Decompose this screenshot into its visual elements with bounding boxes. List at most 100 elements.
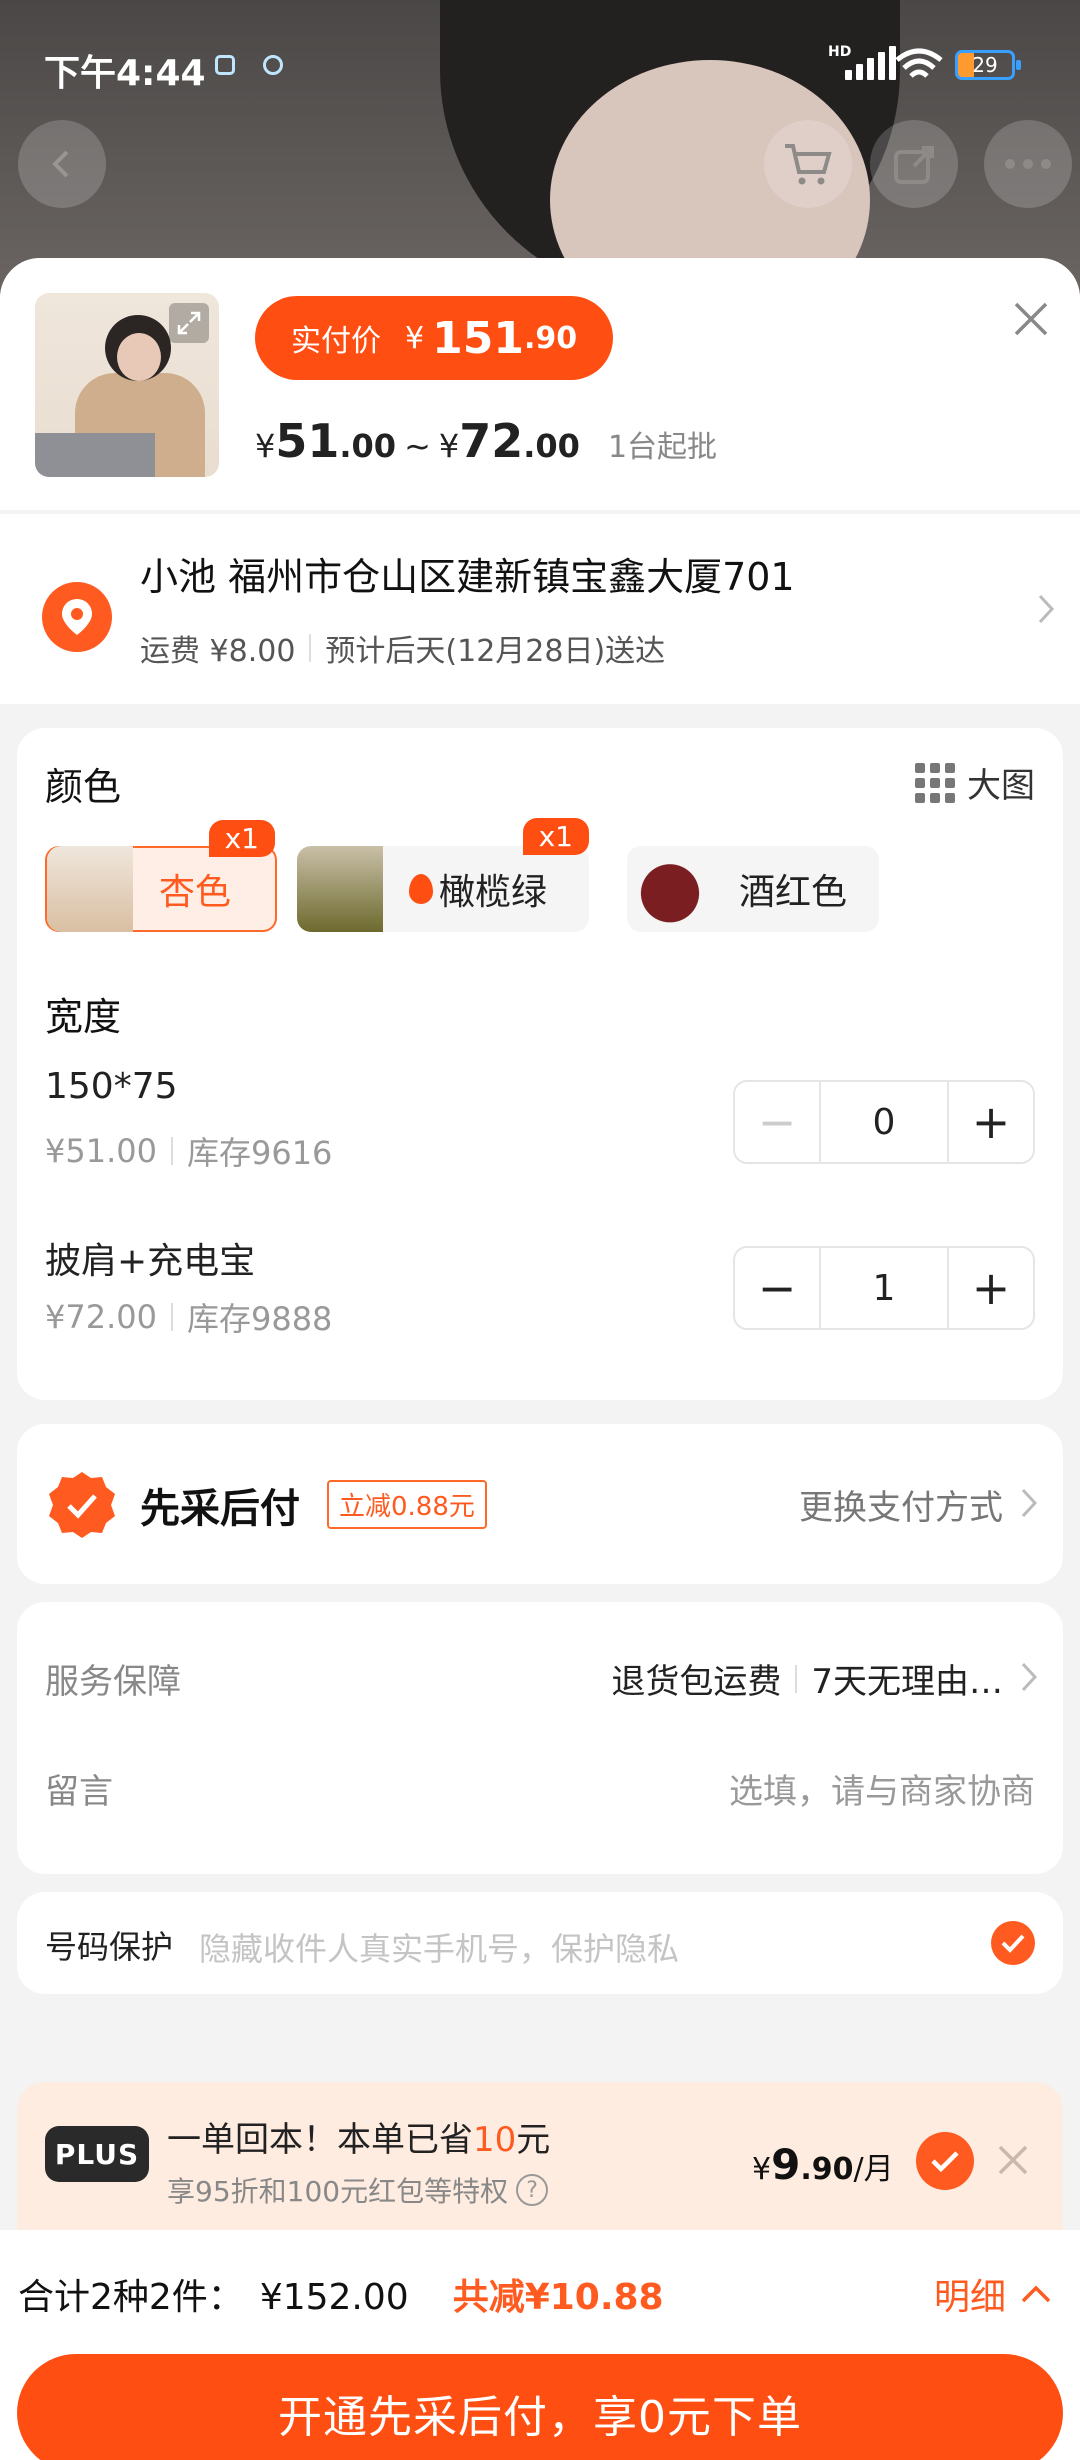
note-label: 留言: [45, 1772, 113, 1812]
plus-price-currency: ¥: [752, 2152, 772, 2187]
share-button[interactable]: [870, 120, 958, 208]
actual-price-pill: 实付价 ¥ 151 .90: [255, 296, 614, 380]
plus-checkbox[interactable]: [916, 2132, 974, 2190]
plus-headline-a: 一单回本！本单已省: [167, 2120, 473, 2160]
service-guarantee[interactable]: 退货包运费 7天无理由…: [611, 1654, 1003, 1703]
detail-label: 明细: [933, 2277, 1006, 2318]
check-icon: [1001, 1934, 1025, 1953]
check-icon: [931, 2151, 959, 2173]
color-swatch: [627, 846, 713, 932]
fire-icon: [409, 874, 433, 904]
discount-badge: 立减0.88元: [327, 1480, 487, 1529]
price-range: ¥ 51 .00 ~ ¥ 72 .00 1台起批: [255, 414, 717, 468]
decrement-button[interactable]: −: [735, 1248, 819, 1328]
plus-subtitle: 享95折和100元红包等特权?: [167, 2170, 549, 2210]
service-item: 退货包运费: [611, 1662, 782, 1702]
quantity-badge: x1: [522, 818, 589, 855]
variant-price: ¥72.00: [45, 1298, 157, 1336]
color-option-label: 酒红色: [739, 872, 848, 913]
more-button[interactable]: [984, 120, 1072, 208]
grid-icon: [915, 762, 955, 803]
plus-price-integer: 9: [771, 2140, 801, 2189]
sku-card: 颜色 大图 杏色 x1 橄榄绿 x1 酒红色 宽度 150*75 ¥51.00 …: [17, 728, 1063, 1400]
actual-price-label: 实付价: [291, 324, 381, 359]
range-currency-low: ¥: [255, 427, 276, 465]
big-image-button[interactable]: 大图: [915, 758, 1035, 807]
actual-price-decimal: .90: [523, 320, 578, 356]
wifi-icon: [895, 48, 943, 78]
quantity-value[interactable]: 0: [819, 1082, 949, 1162]
share-icon: [894, 146, 934, 184]
status-bar: 下午4:44 HD 29: [0, 0, 1080, 130]
total-amount: ¥152.00: [259, 2277, 409, 2318]
color-option-olive[interactable]: 橄榄绿 x1: [297, 818, 589, 932]
increment-button[interactable]: +: [949, 1082, 1033, 1162]
range-high-integer: 72: [459, 414, 524, 468]
range-high-decimal: .00: [523, 427, 580, 465]
range-low-decimal: .00: [339, 427, 397, 465]
chevron-right-icon: [1038, 594, 1055, 624]
help-icon[interactable]: ?: [516, 2174, 549, 2206]
phone-protection-card: 号码保护 隐藏收件人真实手机号，保护隐私: [17, 1892, 1063, 1994]
quantity-value[interactable]: 1: [819, 1248, 949, 1328]
color-option-wine[interactable]: 酒红色: [627, 846, 879, 932]
service-item: 7天无理由…: [811, 1662, 1003, 1702]
payment-card[interactable]: 先采后付 立减0.88元 更换支付方式: [17, 1424, 1063, 1584]
plus-headline-amount: 10: [473, 2120, 517, 2160]
checkout-bar: 合计2种2件： ¥152.00 共减¥10.88 明细 开通先采后付，享0元下单: [0, 2230, 1080, 2460]
decrement-button[interactable]: −: [735, 1082, 819, 1162]
variant-name: 披肩+充电宝: [45, 1241, 256, 1282]
plus-badge: PLUS: [45, 2126, 149, 2182]
pay-later-icon: [49, 1472, 115, 1538]
width-title: 宽度: [45, 995, 122, 1039]
more-icon: [1005, 159, 1051, 169]
plus-price: ¥9.90/月: [752, 2140, 894, 2189]
phone-protection-label: 号码保护: [45, 1928, 174, 1966]
min-order: 1台起批: [607, 430, 718, 465]
big-image-label: 大图: [967, 766, 1035, 806]
plus-price-decimal: .90: [800, 2152, 854, 2187]
address-text: 小池 福州市仓山区建新镇宝鑫大厦701: [140, 555, 795, 599]
color-option-apricot[interactable]: 杏色 x1: [45, 820, 277, 932]
battery-icon: 29: [955, 50, 1021, 80]
range-currency-high: ¥: [438, 427, 460, 465]
back-button[interactable]: [18, 120, 106, 208]
note-input[interactable]: 选填，请与商家协商: [729, 1764, 1035, 1813]
chevron-up-icon: [1021, 2285, 1051, 2303]
submit-order-button[interactable]: 开通先采后付，享0元下单: [17, 2354, 1063, 2460]
cart-icon: [785, 144, 832, 185]
variant-name: 150*75: [45, 1066, 178, 1107]
quantity-badge: x1: [208, 820, 275, 857]
plus-headline: 一单回本！本单已省10元: [167, 2112, 550, 2161]
cart-button[interactable]: [764, 120, 852, 208]
variant-price: ¥51.00: [45, 1132, 157, 1170]
plus-headline-unit: 元: [516, 2120, 551, 2160]
total-saved: 共减¥10.88: [452, 2277, 664, 2318]
quantity-stepper: − 1 +: [733, 1246, 1035, 1330]
change-payment-link[interactable]: 更换支付方式: [799, 1480, 1003, 1529]
address-row[interactable]: 小池 福州市仓山区建新镇宝鑫大厦701 运费 ¥8.00 预计后天(12月28日…: [0, 514, 1080, 704]
actual-price-integer: 151: [432, 312, 524, 364]
color-option-label: 橄榄绿: [439, 872, 548, 913]
signal-icon: [845, 44, 896, 80]
range-low-integer: 51: [275, 414, 340, 468]
detail-toggle[interactable]: 明细: [934, 2268, 1052, 2320]
chevron-right-icon: [1021, 1662, 1038, 1692]
increment-button[interactable]: +: [949, 1248, 1033, 1328]
product-thumbnail[interactable]: [35, 293, 219, 477]
phone-protection-checkbox[interactable]: [991, 1921, 1035, 1965]
sku-header: 实付价 ¥ 151 .90 ¥ 51 .00 ~ ¥ 72 .00 1台起批: [0, 258, 1080, 510]
actual-price-currency: ¥: [405, 320, 425, 356]
item-count: 合计2种2件：: [18, 2277, 244, 2318]
sku-sheet: 实付价 ¥ 151 .90 ¥ 51 .00 ~ ¥ 72 .00 1台起批 小…: [0, 258, 1080, 2460]
app-notification-icon: [263, 55, 283, 75]
color-title: 颜色: [45, 765, 122, 809]
close-icon[interactable]: [1010, 298, 1052, 340]
expand-icon[interactable]: [169, 303, 209, 343]
order-total: 合计2种2件： ¥152.00 共减¥10.88: [18, 2268, 664, 2320]
variant-meta: ¥51.00 库存9616: [45, 1128, 332, 1174]
color-swatch: [297, 846, 383, 932]
close-icon[interactable]: [995, 2142, 1031, 2178]
shipping-fee: 运费 ¥8.00: [140, 634, 296, 669]
phone-protection-desc: 隐藏收件人真实手机号，保护隐私: [199, 1930, 680, 1968]
